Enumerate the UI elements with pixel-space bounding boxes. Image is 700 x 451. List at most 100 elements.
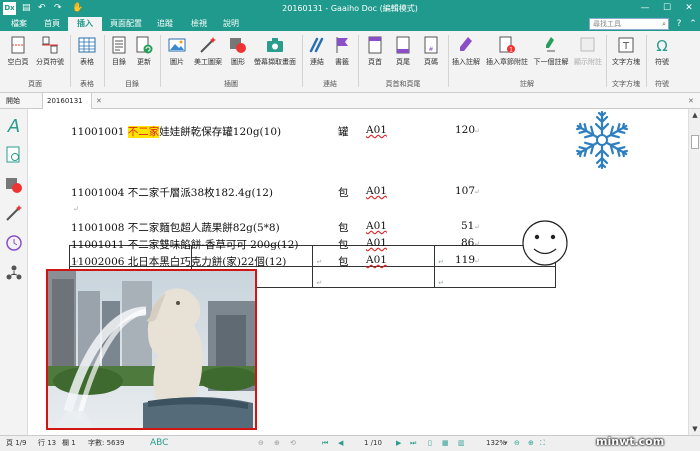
picture-button[interactable]: 圖片 [164, 35, 190, 75]
table-cell[interactable]: ↵ [312, 266, 436, 288]
merlion-photo[interactable] [46, 269, 257, 430]
smiley-face-shape[interactable] [521, 219, 569, 267]
previous-page-icon[interactable]: ◀ [338, 436, 343, 451]
doc-row-5-loc: A01 [366, 254, 387, 266]
doc-row-3[interactable]: 11001008 不二家麵包超人蔬果餅82g(5*8) [71, 220, 280, 235]
doc-row-4[interactable]: 11001011 不二家雙味餡餅-香草可可 200g(12) [71, 237, 299, 252]
scroll-thumb[interactable] [691, 135, 699, 149]
shape-button[interactable]: 圖形 [226, 35, 250, 75]
spellcheck-icon[interactable]: ABC [150, 436, 168, 451]
continuous-page-icon[interactable]: ▦ [442, 436, 449, 451]
tab-page-layout[interactable]: 頁面配置 [104, 17, 148, 31]
textbox-button[interactable]: T 文字方塊 [608, 35, 644, 75]
status-bar: 頁 1/9 行 13 欄 1 字數: 5639 ABC ⊖ ⊕ ⟲ ⏮ ◀ 1 … [0, 435, 700, 451]
maximize-icon[interactable]: ☐ [656, 0, 678, 17]
group-toc-label: 目錄 [125, 80, 139, 88]
tab-start[interactable]: 開始 [2, 93, 24, 109]
zoom-out-icon[interactable]: ⊖ [514, 436, 520, 451]
paragraph-mark: ↵ [474, 127, 480, 135]
link-button[interactable]: 連結 [306, 35, 328, 75]
tab-home[interactable]: 首頁 [36, 17, 68, 31]
group-notes-label: 註解 [520, 80, 534, 88]
zoom-level[interactable]: 132% [486, 436, 506, 451]
group-pages-label: 頁面 [28, 80, 42, 88]
page-navigator[interactable]: 1 /10 [364, 436, 382, 451]
single-page-icon[interactable]: ▯ [428, 436, 432, 451]
tab-document[interactable]: 20160131 * [42, 93, 92, 121]
insert-note-button[interactable]: 插入註解 [450, 35, 482, 75]
doc-row-1-unit: 罐 [338, 126, 349, 138]
paragraph-mark: ↵ [73, 205, 79, 213]
next-note-button[interactable]: 下一個註解 [530, 35, 572, 75]
zoom-in-page-icon[interactable]: ⊕ [274, 436, 280, 451]
ribbon-separator [302, 35, 303, 87]
search-tools-input[interactable]: 尋找工具 ⌕ [589, 18, 669, 30]
page-number-button[interactable]: # 頁碼 [418, 35, 444, 75]
blank-page-button[interactable]: 空白頁 [4, 35, 32, 75]
textbox-icon: T [618, 37, 634, 53]
window-title: 20160131 - Gaaiho Doc (編輯模式) [282, 4, 418, 13]
doc-row-1[interactable]: 11001001 不二家娃娃餅乾保存罐120g(10) [71, 124, 281, 139]
group-illustrations-label: 插圖 [224, 80, 238, 88]
facing-page-icon[interactable]: ▥ [458, 436, 465, 451]
fit-page-icon[interactable]: ⛶ [540, 436, 545, 451]
ribbon-separator [160, 35, 161, 87]
doc-row-3-qty: 51 [461, 220, 475, 232]
find-icon[interactable] [4, 145, 24, 165]
doc-row-2-loc: A01 [366, 185, 387, 197]
scroll-up-icon[interactable]: ▲ [689, 109, 700, 121]
group-text-label: 文字方塊 [612, 80, 640, 88]
tab-view[interactable]: 檢視 [184, 17, 214, 31]
toc-button[interactable]: 目錄 [108, 35, 130, 75]
first-page-icon[interactable]: ⏮ [322, 436, 328, 451]
scroll-down-icon[interactable]: ▼ [689, 423, 700, 435]
next-page-icon[interactable]: ▶ [396, 436, 401, 451]
header-icon [368, 36, 382, 54]
doc-row-5[interactable]: 11002006 北日本黑白巧克力餅(家)22個(12) [71, 254, 286, 269]
insert-chapter-note-button[interactable]: 1 插入章節附註 [484, 35, 530, 75]
vertical-scrollbar[interactable]: ▲ ▼ [688, 109, 700, 435]
status-column: 欄 1 [62, 439, 76, 447]
tab-insert[interactable]: 插入 [68, 17, 102, 31]
doc-row-2[interactable]: 11001004 不二家千層派38枚182.4g(12) [71, 185, 273, 200]
zoom-dropdown-icon[interactable]: ▾ [504, 436, 508, 451]
text-style-icon[interactable]: A [4, 115, 24, 135]
update-toc-button[interactable]: 更新 [132, 35, 156, 75]
table-cell[interactable]: ↵ [434, 266, 556, 288]
history-icon[interactable] [4, 233, 24, 253]
doc-row-3-unit: 包 [338, 222, 349, 234]
status-words: 字數: 5639 [88, 439, 125, 447]
omega-icon: Ω [656, 37, 667, 55]
symbol-button[interactable]: Ω 符號 [650, 35, 674, 75]
screenshot-button[interactable]: 螢幕擷取畫面 [252, 35, 298, 75]
last-page-icon[interactable]: ⏭ [410, 436, 416, 451]
close-icon[interactable]: ✕ [678, 0, 700, 17]
collapse-ribbon-icon[interactable]: ⌃ [686, 17, 700, 31]
menu-bar: 檔案 首頁 插入 頁面配置 追蹤 檢視 說明 尋找工具 ⌕ ? ⌃ [0, 17, 700, 31]
tab-track[interactable]: 追蹤 [150, 17, 180, 31]
camera-icon [267, 38, 283, 52]
shapes-icon[interactable] [4, 175, 24, 195]
zoom-in-icon[interactable]: ⊕ [528, 436, 534, 451]
rotate-icon[interactable]: ⟲ [290, 436, 296, 451]
clipart-button[interactable]: 美工圖案 [192, 35, 224, 75]
table-button[interactable]: 表格 [74, 35, 100, 75]
header-button[interactable]: 頁首 [362, 35, 388, 75]
doc-row-5-unit: 包 [338, 256, 349, 268]
tab-file[interactable]: 檔案 [4, 17, 34, 31]
snowflake-image[interactable] [571, 109, 633, 171]
bookmark-button[interactable]: 書籤 [330, 35, 354, 75]
zoom-out-page-icon[interactable]: ⊖ [258, 436, 264, 451]
tab-help[interactable]: 說明 [216, 17, 246, 31]
page-break-button[interactable]: 分頁符號 [34, 35, 66, 75]
wand-icon[interactable] [4, 203, 24, 223]
people-icon[interactable] [4, 263, 24, 283]
show-note-button[interactable]: 顯示附註 [572, 35, 604, 75]
footer-icon [396, 36, 410, 54]
footer-button[interactable]: 頁尾 [390, 35, 416, 75]
help-icon[interactable]: ? [672, 17, 686, 31]
doc-row-4-loc: A01 [366, 237, 387, 249]
minimize-icon[interactable]: — [634, 0, 656, 17]
close-tab-icon[interactable]: ✕ [92, 93, 106, 109]
close-document-icon[interactable]: ✕ [684, 93, 698, 109]
